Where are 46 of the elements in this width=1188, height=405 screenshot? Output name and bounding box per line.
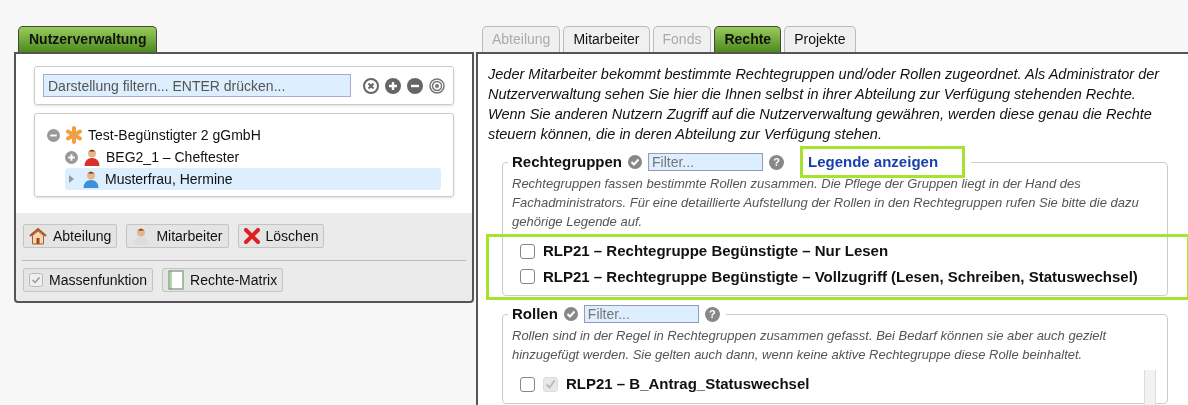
expand-all-icon[interactable] — [385, 77, 401, 94]
asterisk-icon — [65, 126, 83, 144]
checkbox[interactable] — [520, 376, 535, 392]
target-icon[interactable] — [429, 77, 445, 94]
legend-link[interactable]: Legende anzeigen — [808, 153, 939, 170]
person-icon — [82, 170, 100, 188]
help-icon[interactable]: ? — [769, 154, 784, 170]
check-circle-icon[interactable] — [563, 307, 578, 321]
clear-icon[interactable] — [363, 77, 379, 94]
scrollbar-track[interactable] — [1144, 370, 1156, 405]
intro-text: Jeder Mitarbeiter bekommt bestimmte Rechtegruppen und/oder Rollen zugeordnet. Als Administrator der Nutzerverwaltung sehen Sie hier die Ihnen selbst in ihrer Abteilung zur Verfügung stehenden Rechte. Wenn Sie anderen Nutzern Zugriff auf die Nutzerverwaltung gewähren, werden diese genau die Rechte steuern können, die in deren Abteilung zur Verfügung stehen. — [488, 65, 1161, 144]
close-icon — [243, 228, 260, 244]
toolbar-button[interactable]: Abteilung — [23, 224, 118, 248]
filter-field[interactable]: Darstellung filtern... ENTER drücken... — [43, 74, 351, 97]
section-description: Rechtegruppen fassen bestimmte Rollen zusammen. Die Pflege der Gruppen liegt in der Hand des Fachadministrators. Für eine detaillierte Aufstellung der Rollen in den Rechtegruppen rufen Sie bitte die dazu gehörige Legende auf. — [512, 175, 1140, 231]
person-icon — [83, 148, 101, 166]
filter-field[interactable]: Filter... — [583, 305, 699, 323]
checkbox-label: RLP21 – B_Antrag_Statuswechsel — [566, 374, 810, 394]
house-icon — [29, 227, 47, 245]
notebook-icon — [168, 270, 185, 290]
tab[interactable]: Rechte — [714, 26, 782, 52]
toolbar-button[interactable]: Massenfunktion — [23, 268, 154, 292]
help-icon[interactable]: ? — [704, 306, 720, 322]
toolbar-button[interactable]: Mitarbeiter — [126, 224, 229, 248]
filter-field[interactable]: Filter... — [648, 153, 763, 171]
section-title: Rechtegruppen — [512, 151, 622, 172]
tab[interactable]: Projekte — [784, 26, 856, 52]
panel-tab[interactable]: Nutzerverwaltung — [18, 26, 158, 52]
collapse-icon[interactable] — [47, 128, 60, 142]
checkbox-icon — [29, 273, 43, 287]
check-circle-icon[interactable] — [628, 155, 642, 169]
collapse-all-icon[interactable] — [407, 77, 423, 94]
tree-item[interactable]: BEG2_1 – Cheftester — [65, 146, 441, 168]
checkbox[interactable] — [520, 269, 535, 285]
person-icon — [132, 227, 151, 245]
tab[interactable]: Mitarbeiter — [563, 26, 650, 52]
checkbox-label: RLP21 – Rechtegruppe Begünstigte – Vollzugriff (Lesen, Schreiben, Statuswechsel) — [543, 266, 1138, 287]
section-description: Rollen sind in der Regel in Rechtegruppen zusammen gefasst. Bei Bedarf können sie aber auch gezielt hinzugefügt werden. Sie gelten auch dann, wenn keine aktive Rechtegruppe diese Rolle beinhaltet. — [512, 327, 1108, 364]
section-title: Rollen — [512, 303, 558, 324]
tree-item[interactable]: Test-Begünstigter 2 gGmbH — [47, 124, 441, 146]
expand-icon[interactable] — [65, 150, 78, 164]
checkbox-label: RLP21 – Rechtegruppe Begünstigte – Nur Lesen — [543, 241, 889, 261]
checkbox[interactable] — [520, 243, 535, 259]
toolbar-button[interactable]: Löschen — [237, 224, 325, 248]
tree-item[interactable]: Musterfrau, Hermine — [65, 168, 441, 190]
toolbar-button[interactable]: Rechte-Matrix — [162, 268, 284, 292]
